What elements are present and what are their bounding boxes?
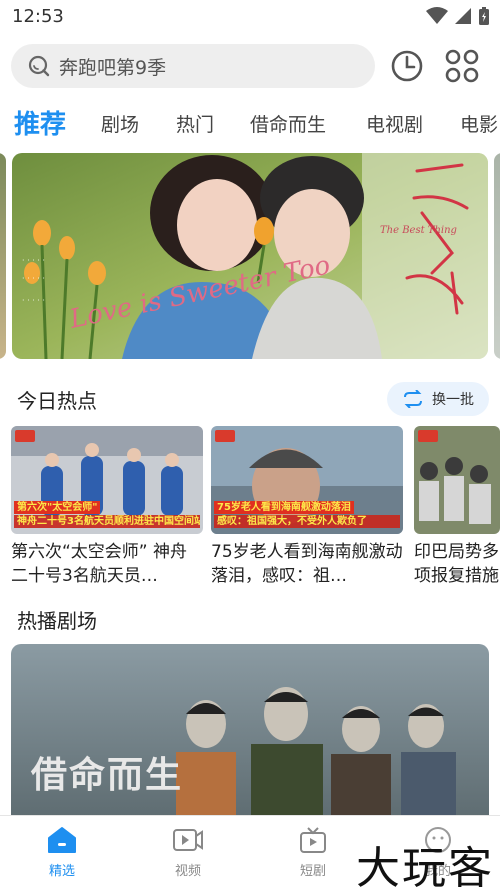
- category-tabs: 推荐 剧场 热门 借命而生 电视剧 电影: [0, 98, 500, 150]
- hot-title: 印巴局势多项报复措施: [414, 542, 499, 586]
- hot-thumbnail-image: [414, 426, 500, 534]
- refresh-icon: [404, 390, 422, 408]
- banner-slide[interactable]: The Best Thing Love is Sweeter Too · · ·…: [12, 153, 488, 359]
- tab-tv-series[interactable]: 电视剧: [366, 110, 423, 137]
- hot-title: 75岁老人看到海南舰激动落泪，感叹：祖…: [211, 542, 403, 586]
- banner-next-peek[interactable]: [494, 153, 500, 359]
- tab-movies[interactable]: 电影: [460, 110, 498, 137]
- drama-poster-card[interactable]: 借命而生: [11, 644, 489, 824]
- apps-grid-icon[interactable]: [444, 48, 480, 84]
- svg-text:· · · · ·: · · · · ·: [22, 256, 45, 265]
- wifi-icon: [426, 7, 448, 24]
- watermark: 大玩客: [356, 843, 494, 889]
- tv-icon: [300, 827, 326, 853]
- drama-poster-title: 借命而生: [31, 755, 184, 796]
- nav-featured[interactable]: 精选: [32, 826, 92, 879]
- svg-text:· · · · ·: · · · · ·: [22, 274, 45, 283]
- svg-text:· · · · ·: · · · · ·: [22, 296, 45, 305]
- hot-thumbnail: 第六次"太空会师" 神舟二十号3名航天员顺利进驻中国空间站: [11, 426, 203, 534]
- video-camera-icon: [173, 829, 203, 851]
- hot-card[interactable]: 第六次"太空会师" 神舟二十号3名航天员顺利进驻中国空间站 第六次“太空会师” …: [11, 426, 203, 588]
- nav-short-drama[interactable]: 短剧: [283, 826, 343, 879]
- status-icons: [426, 6, 490, 26]
- hot-caption-top: 75岁老人看到海南舰激动落泪: [214, 501, 354, 514]
- status-time: 12:53: [12, 6, 64, 27]
- hot-title: 第六次“太空会师” 神舟二十号3名航天员…: [11, 542, 188, 586]
- hot-caption-top: 第六次"太空会师": [14, 501, 101, 514]
- refresh-batch-button[interactable]: 换一批: [387, 382, 489, 416]
- hot-thumbnail: 75岁老人看到海南舰激动落泪 感叹：祖国强大，不受外人欺负了: [211, 426, 403, 534]
- status-bar: 12:53: [0, 0, 500, 34]
- battery-icon: [479, 7, 489, 25]
- nav-label: 视频: [174, 864, 201, 879]
- tab-theater[interactable]: 剧场: [101, 110, 139, 137]
- banner-prev-peek[interactable]: [0, 153, 6, 359]
- nav-label: 短剧: [299, 864, 326, 879]
- tab-recommend[interactable]: 推荐: [14, 104, 66, 141]
- hot-thumbnail: [414, 426, 500, 534]
- section-title-today-hot: 今日热点: [17, 389, 97, 413]
- search-placeholder: 奔跑吧第9季: [59, 56, 167, 79]
- hot-caption-bottom: 神舟二十号3名航天员顺利进驻中国空间站: [14, 515, 200, 528]
- hot-caption-bottom: 感叹：祖国强大，不受外人欺负了: [214, 515, 400, 528]
- tab-hot[interactable]: 热门: [176, 110, 214, 137]
- nav-label: 精选: [48, 864, 75, 879]
- tab-jieming-ersheng[interactable]: 借命而生: [250, 110, 326, 137]
- banner-subtitle-art: The Best Thing: [380, 225, 457, 236]
- hot-card[interactable]: 印巴局势多项报复措施: [414, 426, 500, 588]
- hot-thumbnail-caption: 75岁老人看到海南舰激动落泪 感叹：祖国强大，不受外人欺负了: [211, 501, 403, 528]
- banner-image: The Best Thing Love is Sweeter Too · · ·…: [12, 153, 488, 359]
- hot-card[interactable]: 75岁老人看到海南舰激动落泪 感叹：祖国强大，不受外人欺负了 75岁老人看到海南…: [211, 426, 403, 588]
- nav-video[interactable]: 视频: [158, 826, 218, 879]
- search-bar[interactable]: 奔跑吧第9季: [11, 44, 375, 88]
- signal-icon: [455, 8, 471, 24]
- search-icon: [28, 55, 50, 77]
- section-title-hot-drama: 热播剧场: [17, 609, 97, 633]
- refresh-label: 换一批: [432, 392, 474, 408]
- hot-thumbnail-caption: 第六次"太空会师" 神舟二十号3名航天员顺利进驻中国空间站: [11, 501, 203, 528]
- history-icon[interactable]: [389, 48, 425, 84]
- home-icon: [48, 827, 76, 853]
